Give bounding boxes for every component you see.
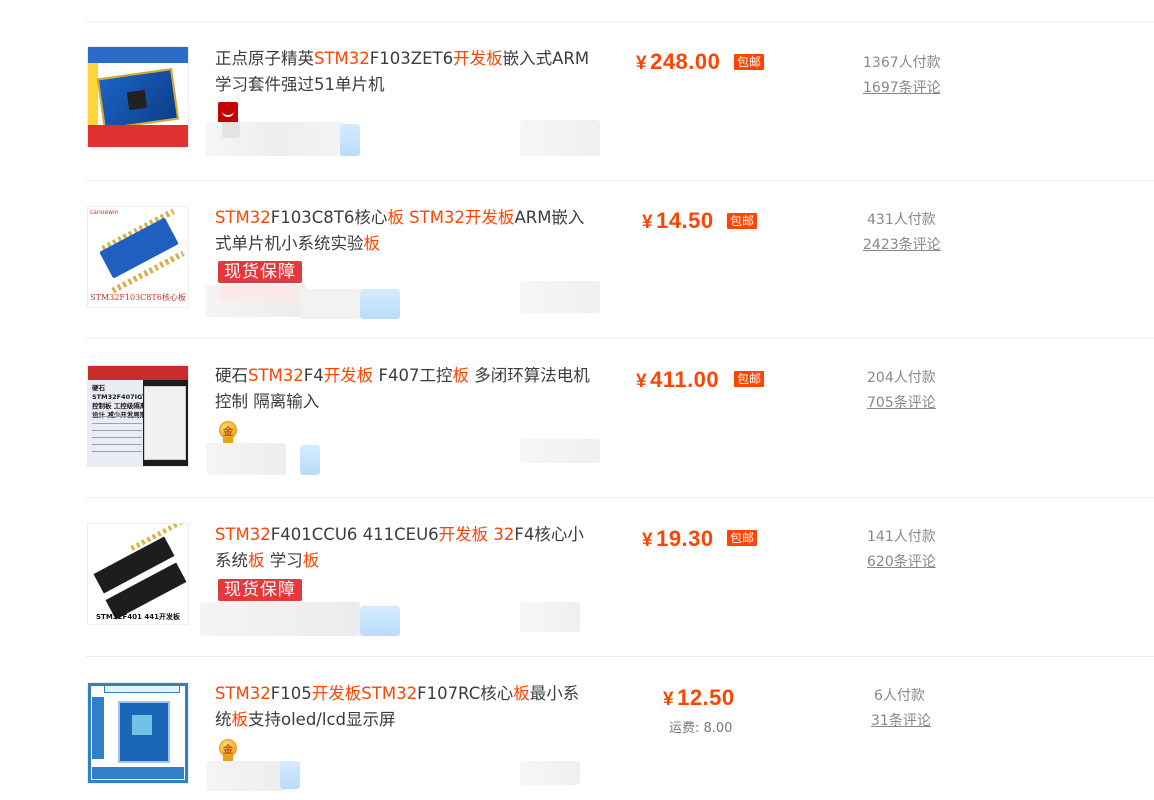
title-keyword-highlight: 板 — [387, 208, 404, 227]
blurred-seller-info — [360, 289, 400, 319]
title-text: F401CCU6 411CEU6 — [270, 525, 439, 544]
title-text: 支持oled/lcd显示屏 — [248, 710, 396, 729]
blurred-seller-info — [300, 445, 320, 475]
blurred-seller-info — [300, 289, 360, 319]
search-result-list: 正点原子精英STM32F103ZET6开发板嵌入式ARM学习套件强过51单片机 … — [0, 0, 1154, 800]
product-thumbnail[interactable]: STM32F401 441开发板 — [87, 523, 189, 625]
product-item: 硬石STM32F407IGT6控制板 工控级隔离设计 减少开发周期 硬石STM3… — [0, 339, 1154, 497]
title-keyword-highlight: 开发板 — [438, 525, 489, 544]
paid-count: 204人付款 — [867, 370, 936, 386]
title-keyword-highlight: 板 — [452, 366, 470, 385]
product-title[interactable]: 正点原子精英STM32F103ZET6开发板嵌入式ARM学习套件强过51单片机 — [215, 46, 595, 98]
product-item: STM32F401 441开发板 STM32F401CCU6 411CEU6开发… — [0, 498, 1154, 656]
product-price: ¥12.50 — [663, 685, 735, 710]
title-text: 硬石 — [215, 366, 248, 385]
free-shipping-badge: 包邮 — [727, 530, 758, 546]
blurred-seller-info — [340, 124, 360, 156]
title-keyword-highlight: STM32 — [248, 366, 304, 385]
product-title[interactable]: STM32F401CCU6 411CEU6开发板 32F4核心小系统板 学习板 — [215, 522, 595, 574]
title-text: F107RC核心 — [417, 684, 514, 703]
blurred-seller-info — [220, 285, 300, 301]
blurred-seller-info — [200, 602, 360, 636]
title-keyword-highlight: STM32 — [215, 525, 271, 544]
title-text: 学习 — [264, 551, 303, 570]
tmall-icon — [218, 102, 238, 124]
free-shipping-badge: 包邮 — [727, 213, 758, 229]
title-keyword-highlight: 开发板 — [323, 366, 374, 385]
title-text: F407工控 — [373, 366, 453, 385]
product-thumbnail[interactable] — [87, 682, 189, 784]
product-price: ¥14.50 — [642, 208, 714, 233]
product-item: canoewin STM32F103C8T6核心板 STM32F103C8T6核… — [0, 181, 1154, 339]
title-text: F103C8T6核心 — [270, 208, 388, 227]
title-keyword-highlight: 板 — [248, 551, 265, 570]
title-keyword-highlight: STM32 — [215, 208, 271, 227]
reviews-link[interactable]: 705条评论 — [867, 392, 936, 412]
product-title[interactable]: STM32F103C8T6核心板 STM32开发板ARM嵌入式单片机小系统实验板 — [215, 205, 595, 257]
reviews-link[interactable]: 620条评论 — [867, 551, 936, 571]
free-shipping-badge: 包邮 — [734, 54, 765, 70]
title-keyword-highlight: 板 — [513, 684, 530, 703]
title-keyword-highlight: 板 — [302, 551, 320, 570]
in-stock-guarantee-badge: 现货保障 — [218, 261, 302, 283]
product-title[interactable]: STM32F105开发板STM32F107RC核心板最小系统板支持oled/lc… — [215, 681, 595, 733]
title-keyword-highlight: STM32 — [215, 684, 271, 703]
shipping-fee: 运费: 8.00 — [669, 721, 733, 736]
product-title[interactable]: 硬石STM32F4开发板 F407工控板 多闭环算法电机控制 隔离输入 — [215, 363, 595, 415]
blurred-location — [520, 602, 580, 632]
blurred-seller-info — [206, 761, 286, 791]
product-price: ¥19.30 — [642, 526, 714, 551]
blurred-location — [520, 761, 580, 785]
product-price: ¥411.00 — [636, 367, 720, 392]
paid-count: 1367人付款 — [863, 55, 941, 71]
product-thumbnail[interactable]: canoewin STM32F103C8T6核心板 — [87, 206, 189, 308]
reviews-link[interactable]: 31条评论 — [871, 710, 931, 730]
title-keyword-highlight: 开发板STM32 — [311, 684, 418, 703]
title-keyword-highlight: 开发板 — [453, 49, 503, 68]
blurred-seller-info — [280, 761, 300, 789]
product-item: 正点原子精英STM32F103ZET6开发板嵌入式ARM学习套件强过51单片机 … — [0, 22, 1154, 180]
title-text: F105 — [270, 684, 312, 703]
in-stock-guarantee-badge: 现货保障 — [218, 579, 302, 601]
title-keyword-highlight: STM32开发板 — [409, 208, 515, 227]
product-thumbnail[interactable]: 硬石STM32F407IGT6控制板 工控级隔离设计 减少开发周期 — [87, 365, 189, 467]
title-keyword-highlight: 板 — [231, 710, 249, 729]
free-shipping-badge: 包邮 — [734, 371, 765, 387]
blurred-location — [520, 281, 600, 313]
paid-count: 431人付款 — [867, 212, 936, 228]
product-thumbnail[interactable] — [87, 46, 189, 148]
title-keyword-highlight: 板 — [363, 234, 381, 253]
paid-count: 141人付款 — [867, 529, 936, 545]
title-keyword-highlight: STM32 — [314, 49, 370, 68]
blurred-seller-info — [206, 443, 286, 475]
title-text: F103ZET6 — [369, 49, 454, 68]
product-price: ¥248.00 — [636, 49, 721, 74]
title-keyword-highlight: 32 — [493, 525, 515, 544]
product-item: STM32F105开发板STM32F107RC核心板最小系统板支持oled/lc… — [0, 657, 1154, 800]
blurred-seller-info — [360, 606, 400, 636]
blurred-location — [520, 120, 600, 156]
blurred-location — [520, 439, 600, 463]
blurred-seller-info — [222, 122, 240, 138]
paid-count: 6人付款 — [874, 688, 925, 704]
title-text: 正点原子精英 — [215, 49, 314, 68]
reviews-link[interactable]: 1697条评论 — [863, 77, 941, 97]
title-text: F4 — [303, 366, 324, 385]
reviews-link[interactable]: 2423条评论 — [863, 234, 941, 254]
